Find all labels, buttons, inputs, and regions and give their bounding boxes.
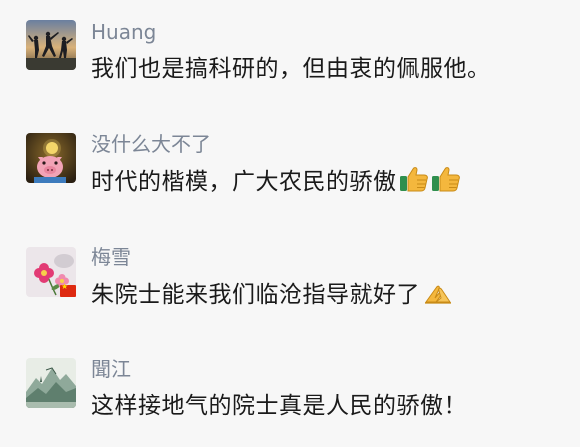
commenter-name[interactable]: 梅雪 — [91, 245, 131, 269]
comment-text-content: 我们也是搞科研的，但由衷的佩服他。 — [91, 56, 491, 82]
cartoon-pig-avatar[interactable] — [26, 133, 76, 183]
comment-text-content: 时代的楷模，广大农民的骄傲 — [91, 169, 397, 195]
silhouette-sunset-avatar[interactable] — [26, 20, 76, 70]
commenter-name[interactable]: 聞江 — [91, 357, 131, 381]
commenter-name[interactable]: Huang — [91, 20, 156, 44]
mountain-landscape-avatar[interactable] — [26, 358, 76, 408]
comment-text: 朱院士能来我们临沧指导就好了 — [91, 278, 454, 314]
comment-text: 时代的楷模，广大农民的骄傲 — [91, 165, 461, 201]
comment-text: 我们也是搞科研的，但由衷的佩服他。 — [91, 54, 491, 84]
comment-text-content: 这样接地气的院士真是人民的骄傲！ — [91, 393, 467, 419]
thumbs-up-icon — [431, 165, 461, 201]
folded-hands-icon — [422, 278, 454, 314]
thumbs-up-icon — [399, 165, 429, 201]
comment-text-content: 朱院士能来我们临沧指导就好了 — [91, 282, 420, 308]
comment-text: 这样接地气的院士真是人民的骄傲！ — [91, 391, 467, 421]
commenter-name[interactable]: 没什么大不了 — [91, 132, 211, 156]
china-flag-icon — [60, 282, 76, 297]
